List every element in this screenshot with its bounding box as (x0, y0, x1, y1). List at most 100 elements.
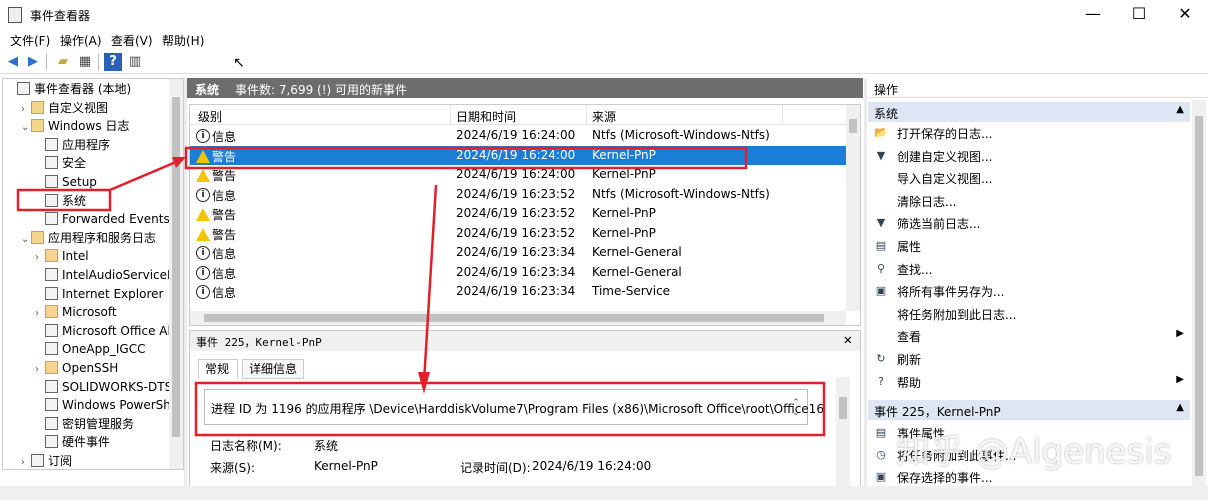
tree-item[interactable]: › Intel (35, 247, 89, 265)
column-divider[interactable] (450, 105, 451, 125)
expand-chevron-icon[interactable]: › (35, 305, 45, 323)
tree-item[interactable]: Forwarded Events (35, 210, 170, 228)
menu-help[interactable]: 帮助(H) (162, 32, 204, 49)
tree-item[interactable]: 事件查看器 (本地) (7, 80, 131, 98)
table-vscroll-thumb[interactable] (849, 119, 857, 133)
detail-scrollbar-thumb[interactable] (839, 397, 847, 419)
open-folder-icon[interactable]: ▰ (54, 53, 72, 71)
tab-details[interactable]: 详细信息 (242, 359, 304, 379)
tree-item[interactable]: Setup (35, 173, 97, 191)
tree-item[interactable]: Windows PowerShe (35, 396, 178, 414)
action-item[interactable]: ⚲ 查找... (868, 258, 1190, 280)
table-row[interactable]: i 信息 2024/6/19 16:23:34 Time-Service (190, 282, 846, 302)
actions-section-log[interactable]: 系统 ▲ (868, 102, 1190, 122)
action-pane-icon[interactable]: ▥ (126, 53, 144, 71)
table-hscroll-thumb[interactable] (204, 314, 824, 322)
tree-item[interactable]: 密钥管理服务 (35, 415, 134, 433)
close-icon[interactable]: ✕ (844, 332, 852, 348)
action-item[interactable]: 查看 ▶ (868, 325, 1190, 347)
table-row[interactable]: 警告 2024/6/19 16:23:52 Kernel-PnP (190, 204, 846, 224)
table-row[interactable]: i 信息 2024/6/19 16:23:52 Ntfs (Microsoft-Win… (190, 185, 846, 205)
log-icon (45, 342, 58, 356)
expand-chevron-icon[interactable]: › (35, 361, 45, 379)
tree-scrollbar[interactable] (169, 79, 183, 469)
menu-view[interactable]: 查看(V) (111, 32, 153, 49)
menu-file[interactable]: 文件(F) (10, 32, 50, 49)
pane-splitter-right[interactable] (864, 78, 867, 500)
table-row[interactable]: 警告 2024/6/19 16:24:00 Kernel-PnP (190, 145, 846, 165)
actions-scrollbar[interactable] (1192, 100, 1206, 500)
table-row[interactable]: 警告 2024/6/19 16:23:52 Kernel-PnP (190, 224, 846, 244)
column-datetime[interactable]: 日期和时间 (456, 108, 516, 125)
message-scroll-arrows[interactable]: ⌃ ⌄ (789, 398, 803, 418)
tree-item-label: 安全 (62, 156, 87, 171)
tree-item[interactable]: IntelAudioServiceLo (35, 266, 181, 284)
help-icon[interactable]: ? (104, 53, 122, 71)
minimize-button[interactable]: — (1070, 0, 1116, 30)
tree-item[interactable]: ⌄ 应用程序和服务日志 (21, 229, 156, 247)
expand-chevron-icon[interactable]: › (35, 249, 45, 267)
action-item[interactable]: 导入自定义视图... (868, 167, 1190, 189)
back-arrow-icon[interactable]: ◀ (4, 53, 22, 71)
tree-item[interactable]: OneApp_IGCC (35, 340, 145, 358)
actions-scrollbar-thumb[interactable] (1195, 116, 1203, 476)
expand-chevron-icon[interactable]: ⌄ (21, 119, 31, 137)
table-row[interactable]: i 信息 2024/6/19 16:23:34 Kernel-General (190, 263, 846, 283)
row-datetime: 2024/6/19 16:24:00 (456, 167, 576, 181)
column-divider[interactable] (586, 105, 587, 125)
action-item[interactable]: 📂 打开保存的日志... (868, 122, 1190, 144)
actions-header: 操作 (868, 78, 1208, 98)
actions-section-event[interactable]: 事件 225，Kernel-PnP ▲ (868, 400, 1190, 420)
tab-general[interactable]: 常规 (198, 359, 238, 379)
expand-chevron-icon[interactable]: › (21, 101, 31, 119)
table-header: 级别 日期和时间 来源 (190, 105, 846, 125)
tree-scrollbar-thumb[interactable] (172, 97, 180, 437)
column-divider[interactable] (782, 105, 783, 125)
tree-item[interactable]: Microsoft Office Ale (35, 322, 178, 340)
tree-item[interactable]: 应用程序 (35, 136, 110, 154)
tree-item[interactable]: › Microsoft (35, 303, 117, 321)
action-item[interactable]: ? 帮助 ▶ (868, 371, 1190, 393)
column-level[interactable]: 级别 (198, 108, 222, 125)
collapse-caret-icon[interactable]: ▲ (1176, 402, 1184, 413)
console-tree-icon[interactable]: ▦ (76, 53, 94, 71)
tree-item[interactable]: 安全 (35, 154, 86, 172)
menu-action[interactable]: 操作(A) (60, 32, 102, 49)
table-vertical-scrollbar[interactable] (846, 105, 860, 311)
collapse-caret-icon[interactable]: ▲ (1176, 104, 1184, 115)
event-message-box[interactable]: 进程 ID 为 1196 的应用程序 \Device\HarddiskVolum… (204, 389, 824, 425)
action-item[interactable]: ▼ 筛选当前日志... (868, 212, 1190, 234)
tree-item[interactable]: ⌄ Windows 日志 (21, 117, 129, 135)
detail-scrollbar[interactable] (836, 377, 850, 497)
folder-icon (31, 230, 44, 244)
action-item[interactable]: ▣ 将所有事件另存为... (868, 280, 1190, 302)
close-window-button[interactable]: ✕ (1162, 0, 1208, 30)
column-source[interactable]: 来源 (592, 108, 616, 125)
tree-item[interactable]: › 自定义视图 (21, 99, 108, 117)
forward-arrow-icon[interactable]: ▶ (24, 53, 42, 71)
action-item[interactable]: ▼ 创建自定义视图... (868, 145, 1190, 167)
table-row[interactable]: i 信息 2024/6/19 16:24:00 Ntfs (Microsoft-Win… (190, 126, 846, 146)
action-item[interactable]: ↻ 刷新 (868, 348, 1190, 370)
event-detail-pane: 事件 225，Kernel-PnP ✕ 常规 详细信息 进程 ID 为 1196… (189, 330, 861, 500)
action-item[interactable]: 清除日志... (868, 190, 1190, 212)
tree-item[interactable]: Internet Explorer (35, 285, 163, 303)
tree-item[interactable]: 系统 (35, 192, 86, 210)
action-item[interactable]: 将任务附加到此日志... (868, 303, 1190, 325)
expand-chevron-icon[interactable]: ⌄ (21, 231, 31, 249)
table-row[interactable]: i 信息 2024/6/19 16:23:34 Kernel-General (190, 243, 846, 263)
table-horizontal-scrollbar[interactable] (190, 311, 846, 325)
log-icon (45, 416, 58, 430)
warning-icon (196, 168, 210, 182)
maximize-button[interactable]: ☐ (1116, 0, 1162, 30)
table-row[interactable]: 警告 2024/6/19 16:24:00 Kernel-PnP (190, 165, 846, 185)
tree-item[interactable]: SOLIDWORKS-DTS (35, 378, 172, 396)
tree-item[interactable]: › OpenSSH (35, 359, 118, 377)
log-header-bar: 系统 事件数: 7,699 (!) 可用的新事件 (187, 78, 863, 98)
tree-item[interactable]: › 订阅 (21, 452, 72, 469)
source-label: 来源(S): (210, 461, 256, 475)
action-item[interactable]: ▤ 属性 (868, 235, 1190, 257)
action-item-label: 帮助 (897, 375, 922, 390)
expand-chevron-icon[interactable]: › (21, 454, 31, 469)
tree-item[interactable]: 硬件事件 (35, 433, 110, 451)
